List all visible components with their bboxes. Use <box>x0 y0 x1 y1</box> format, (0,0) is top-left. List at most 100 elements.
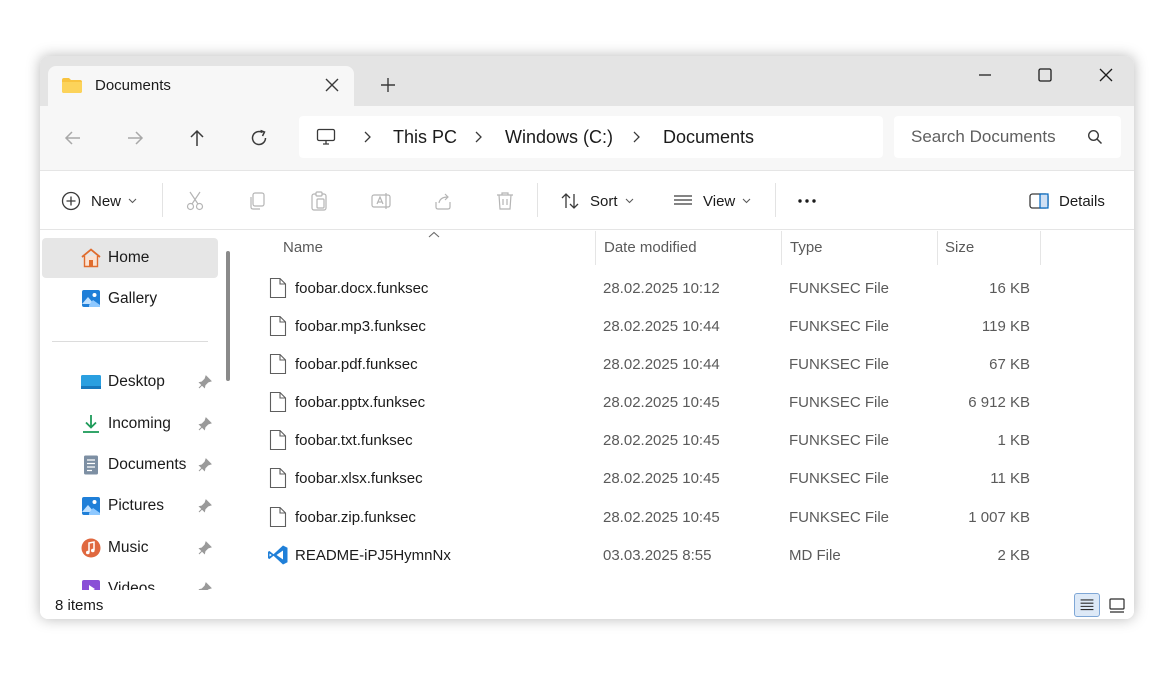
paste-button[interactable] <box>308 188 330 214</box>
column-header-type[interactable]: Type <box>782 231 937 265</box>
column-header-name[interactable]: Name <box>242 231 595 265</box>
sort-label: Sort <box>590 192 618 210</box>
breadcrumb-windows-c[interactable]: Windows (C:) <box>505 127 613 148</box>
file-type: FUNKSEC File <box>789 394 890 411</box>
sort-icon <box>561 193 579 209</box>
file-row[interactable]: foobar.mp3.funksec 28.02.2025 10:44 FUNK… <box>242 307 1134 345</box>
sidebar-item-gallery[interactable]: Gallery <box>42 279 218 319</box>
pin-icon[interactable] <box>198 541 212 555</box>
desktop-icon <box>81 375 101 389</box>
sidebar-item-label: Incoming <box>108 415 171 432</box>
file-size: 6 912 KB <box>968 394 1030 411</box>
share-icon <box>435 193 451 210</box>
new-tab-button[interactable] <box>380 77 396 93</box>
file-date: 28.02.2025 10:12 <box>603 280 720 297</box>
maximize-button[interactable] <box>1030 65 1060 85</box>
forward-arrow-icon[interactable] <box>123 126 147 150</box>
large-icons-view-button[interactable] <box>1104 593 1130 617</box>
file-row[interactable]: foobar.zip.funksec 28.02.2025 10:45 FUNK… <box>242 498 1134 536</box>
copy-button[interactable] <box>246 188 268 214</box>
file-date: 28.02.2025 10:45 <box>603 509 720 526</box>
minimize-button[interactable] <box>970 65 1000 85</box>
sidebar-item-documents[interactable]: Documents <box>42 445 218 485</box>
share-button[interactable] <box>432 188 454 214</box>
chevron-down-icon <box>128 198 137 204</box>
chevron-right-icon[interactable] <box>362 130 372 144</box>
details-pane-button[interactable]: Details <box>1028 188 1105 214</box>
computer-icon <box>316 128 336 145</box>
file-row[interactable]: foobar.docx.funksec 28.02.2025 10:12 FUN… <box>242 269 1134 307</box>
pin-icon[interactable] <box>198 417 212 431</box>
cut-button[interactable] <box>184 188 206 214</box>
music-icon <box>81 538 101 558</box>
file-date: 28.02.2025 10:45 <box>603 432 720 449</box>
search-icon[interactable] <box>1087 129 1103 145</box>
close-tab-icon[interactable] <box>322 75 342 95</box>
breadcrumb-documents[interactable]: Documents <box>663 127 754 148</box>
tiles-view-icon <box>1109 598 1125 613</box>
view-button[interactable]: View <box>672 188 751 214</box>
close-window-button[interactable] <box>1091 65 1121 85</box>
file-size: 2 KB <box>997 547 1030 564</box>
file-row[interactable]: README-iPJ5HymnNx 03.03.2025 8:55 MD Fil… <box>242 536 1134 574</box>
file-type: FUNKSEC File <box>789 356 890 373</box>
file-size: 119 KB <box>981 318 1030 335</box>
file-row[interactable]: foobar.pptx.funksec 28.02.2025 10:45 FUN… <box>242 383 1134 421</box>
file-size: 67 KB <box>989 356 1030 373</box>
view-icon <box>674 195 692 205</box>
sidebar-scrollbar[interactable] <box>226 251 230 381</box>
sidebar-item-label: Home <box>108 249 150 266</box>
pin-icon[interactable] <box>198 375 212 389</box>
download-icon <box>83 415 99 433</box>
details-label: Details <box>1059 192 1105 210</box>
pin-icon[interactable] <box>198 582 212 590</box>
folder-icon <box>62 78 82 93</box>
back-arrow-icon[interactable] <box>61 126 85 150</box>
file-name: foobar.pptx.funksec <box>295 394 426 411</box>
file-row[interactable]: foobar.txt.funksec 28.02.2025 10:45 FUNK… <box>242 421 1134 459</box>
file-date: 03.03.2025 8:55 <box>603 547 712 564</box>
chevron-right-icon[interactable] <box>473 130 483 144</box>
pin-icon[interactable] <box>198 499 212 513</box>
file-date: 28.02.2025 10:45 <box>603 394 720 411</box>
more-options-button[interactable] <box>796 188 818 214</box>
rename-button[interactable] <box>370 188 392 214</box>
divider <box>52 341 208 342</box>
column-label: Size <box>945 239 975 256</box>
column-header-size[interactable]: Size <box>938 231 1040 265</box>
navigation-pane: Home Gallery Desktop Incoming Documents … <box>40 231 226 590</box>
up-arrow-icon[interactable] <box>185 126 209 150</box>
chevron-right-icon[interactable] <box>631 130 641 144</box>
file-row[interactable]: foobar.xlsx.funksec 28.02.2025 10:45 FUN… <box>242 459 1134 497</box>
file-explorer-window: Documents This PC Windows (C:) Documents… <box>40 56 1134 619</box>
details-view-button[interactable] <box>1074 593 1100 617</box>
sidebar-item-videos[interactable]: Videos <box>42 569 218 590</box>
search-box[interactable] <box>894 116 1121 158</box>
tab-documents[interactable]: Documents <box>48 66 354 106</box>
sidebar-item-music[interactable]: Music <box>42 528 218 568</box>
ellipsis-icon <box>798 199 816 203</box>
new-button[interactable]: New <box>60 188 137 214</box>
file-name: foobar.pdf.funksec <box>295 356 418 373</box>
sort-button[interactable]: Sort <box>559 188 634 214</box>
sidebar-item-pictures[interactable]: Pictures <box>42 486 218 526</box>
sidebar-item-home[interactable]: Home <box>42 238 218 278</box>
address-bar[interactable]: This PC Windows (C:) Documents <box>299 116 883 158</box>
sidebar-item-desktop[interactable]: Desktop <box>42 362 218 402</box>
sidebar-item-incoming[interactable]: Incoming <box>42 404 218 444</box>
list-view-icon <box>1080 599 1094 611</box>
file-name: foobar.docx.funksec <box>295 280 429 297</box>
scissors-icon <box>186 191 204 211</box>
pin-icon[interactable] <box>198 458 212 472</box>
file-name: foobar.xlsx.funksec <box>295 470 423 487</box>
delete-button[interactable] <box>494 188 516 214</box>
file-icon <box>269 467 287 489</box>
column-divider[interactable] <box>1040 231 1041 265</box>
chevron-down-icon <box>742 198 751 204</box>
search-input[interactable] <box>911 125 1081 149</box>
file-row[interactable]: foobar.pdf.funksec 28.02.2025 10:44 FUNK… <box>242 345 1134 383</box>
refresh-icon[interactable] <box>247 126 271 150</box>
command-bar: New Sort View Details <box>40 170 1134 230</box>
column-header-date[interactable]: Date modified <box>596 231 781 265</box>
breadcrumb-this-pc[interactable]: This PC <box>393 127 457 148</box>
